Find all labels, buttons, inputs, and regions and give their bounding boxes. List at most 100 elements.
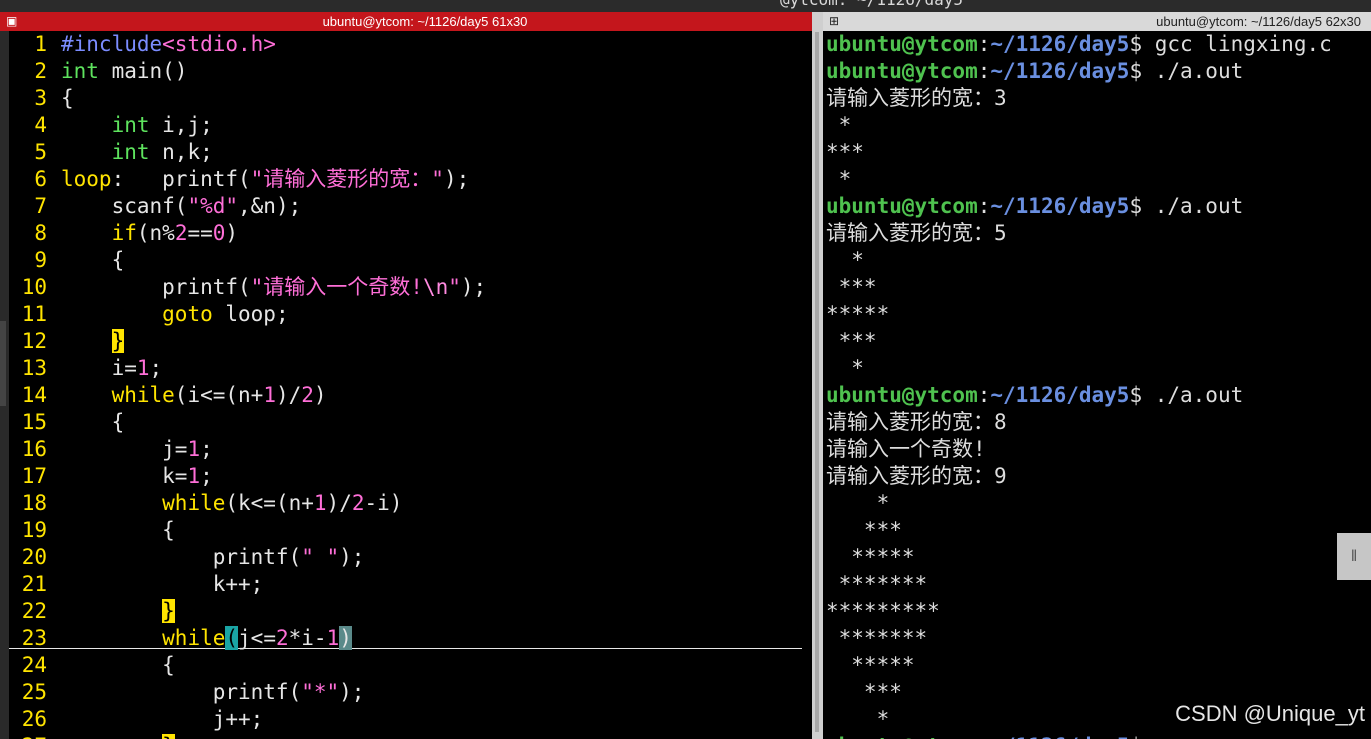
terminal-line: 请输入菱形的宽：3 (826, 85, 1007, 112)
prompt-path: ~/1126/day5 (990, 32, 1130, 56)
code-token: while (162, 626, 226, 650)
terminal-line: ubuntu@ytcom:~/1126/day5$ (826, 733, 1155, 739)
code-token: )/ (275, 383, 302, 407)
code-token: int (111, 140, 150, 164)
code-token: ) (313, 383, 327, 407)
terminal-line: ******* (826, 571, 928, 598)
code-line[interactable]: 3{ (9, 85, 812, 112)
terminal-text: * (826, 113, 852, 137)
code-token: 2 (301, 383, 314, 407)
code-token: i= (61, 356, 137, 380)
scroll-handle[interactable]: ‖ (1337, 533, 1371, 580)
terminal-line: * (826, 355, 864, 382)
code-token: ; (200, 437, 213, 461)
terminal-line: ubuntu@ytcom:~/1126/day5$ ./a.out (826, 193, 1243, 220)
code-line[interactable]: 17 k=1; (9, 463, 812, 490)
prompt-path: ~/1126/day5 (990, 734, 1129, 739)
code-line[interactable]: 2 int main() (9, 58, 812, 85)
left-terminal-titlebar[interactable]: ▣ ubuntu@ytcom: ~/1126/day5 61x30 (0, 12, 812, 31)
window-top-strip: @ytcom: ~/1126/day5 (0, 0, 1371, 12)
code-token: ,&n); (238, 194, 302, 218)
line-number: 25 (21, 680, 47, 704)
terminal-text: $ (1129, 734, 1154, 739)
line-number: 4 (34, 113, 47, 137)
terminal-icon[interactable]: ⊞ (829, 15, 842, 28)
line-number: 16 (21, 437, 47, 461)
prompt-path: ~/1126/day5 (990, 383, 1130, 407)
line-number: 13 (21, 356, 47, 380)
code-line[interactable]: 10 printf("请输入一个奇数!\n"); (9, 274, 812, 301)
terminal-line: *** (826, 517, 902, 544)
code-token: { (61, 653, 175, 677)
code-token: "%d" (187, 194, 239, 218)
terminal-text: $ gcc lingxing.c (1129, 32, 1332, 56)
code-token: (k<=(n+ (225, 491, 314, 515)
code-text: { (61, 652, 175, 679)
code-token: 2 (351, 491, 365, 515)
code-text: goto loop; (61, 301, 288, 328)
code-text: printf(" "); (61, 544, 365, 571)
editor-scrollbar[interactable] (815, 32, 819, 732)
code-line[interactable]: 19 { (9, 517, 812, 544)
code-token: int (61, 59, 99, 83)
shell-terminal-pane[interactable]: ubuntu@ytcom:~/1126/day5$ * *** ***** **… (823, 31, 1371, 739)
terminal-text: *** (826, 518, 902, 542)
code-line[interactable]: 27 } (9, 733, 812, 739)
code-token: ); (339, 545, 365, 569)
line-number: 21 (21, 572, 47, 596)
code-line[interactable]: 18 while(k<=(n+1)/2-i) (9, 490, 812, 517)
code-line[interactable]: 8 if(n%2==0) (9, 220, 812, 247)
code-line[interactable]: 23 while(j<=2*i-1) (9, 625, 812, 652)
code-line[interactable]: 12 } (9, 328, 812, 355)
pane-divider[interactable] (812, 12, 823, 739)
code-line[interactable]: 1 #include<stdio.h> (9, 31, 812, 58)
code-line[interactable]: 9 { (9, 247, 812, 274)
terminal-text: ***** (826, 545, 915, 569)
terminal-text: 请输入菱形的宽：8 (826, 410, 1007, 434)
code-line[interactable]: 21 k++; (9, 571, 812, 598)
code-token: printf( (61, 545, 302, 569)
code-text: i=1; (61, 355, 163, 382)
line-number: 6 (34, 167, 47, 191)
code-line[interactable]: 7 scanf("%d",&n); (9, 193, 812, 220)
terminal-line: ***** (826, 544, 915, 571)
code-text: loop: printf("请输入菱形的宽："); (61, 166, 469, 193)
code-text: { (61, 247, 125, 274)
code-token: { (61, 518, 175, 542)
line-number: 27 (9, 733, 47, 739)
terminal-line: ***** (826, 652, 914, 679)
code-line[interactable]: 25 printf("*"); (9, 679, 812, 706)
code-line[interactable]: 15 { (9, 409, 812, 436)
vim-editor-pane[interactable]: 1 #include<stdio.h> 2 int main() 3{4 int i,j… (9, 31, 812, 739)
code-token: "请输入菱形的宽：" (250, 167, 444, 191)
terminal-text: : (977, 383, 991, 407)
terminal-text: * (826, 356, 864, 380)
code-token: == (187, 221, 213, 245)
prompt-user: ubuntu@ytcom (826, 194, 978, 218)
code-line[interactable]: 16 j=1; (9, 436, 812, 463)
code-line[interactable]: 13 i=1; (9, 355, 812, 382)
right-terminal-titlebar[interactable]: ⊞ ubuntu@ytcom: ~/1126/day5 62x30 (823, 12, 1371, 31)
line-number: 2 (34, 59, 47, 83)
code-text: #include<stdio.h> (61, 31, 276, 58)
code-line[interactable]: 26 j++; (9, 706, 812, 733)
terminal-line: ******* (826, 625, 928, 652)
code-line[interactable]: 24 { (9, 652, 812, 679)
line-number: 5 (34, 140, 47, 164)
code-line[interactable]: 5 int n,k; (9, 139, 812, 166)
code-line[interactable]: 4 int i,j; (9, 112, 812, 139)
code-text: k++; (61, 571, 264, 598)
code-line[interactable]: 22 } (9, 598, 812, 625)
code-line[interactable]: 14 while(i<=(n+1)/2) (9, 382, 812, 409)
terminal-text: ******* (826, 626, 928, 650)
terminal-text: *** (826, 680, 902, 704)
code-line[interactable]: 11 goto loop; (9, 301, 812, 328)
code-token: k++; (61, 572, 264, 596)
terminal-line: ***** (826, 301, 889, 328)
terminal-line: ********* (826, 598, 940, 625)
code-token: n,k; (149, 140, 213, 164)
left-terminal-title: ubuntu@ytcom: ~/1126/day5 61x30 (322, 14, 528, 29)
code-line[interactable]: 20 printf(" "); (9, 544, 812, 571)
code-line[interactable]: 6 loop: printf("请输入菱形的宽："); (9, 166, 812, 193)
